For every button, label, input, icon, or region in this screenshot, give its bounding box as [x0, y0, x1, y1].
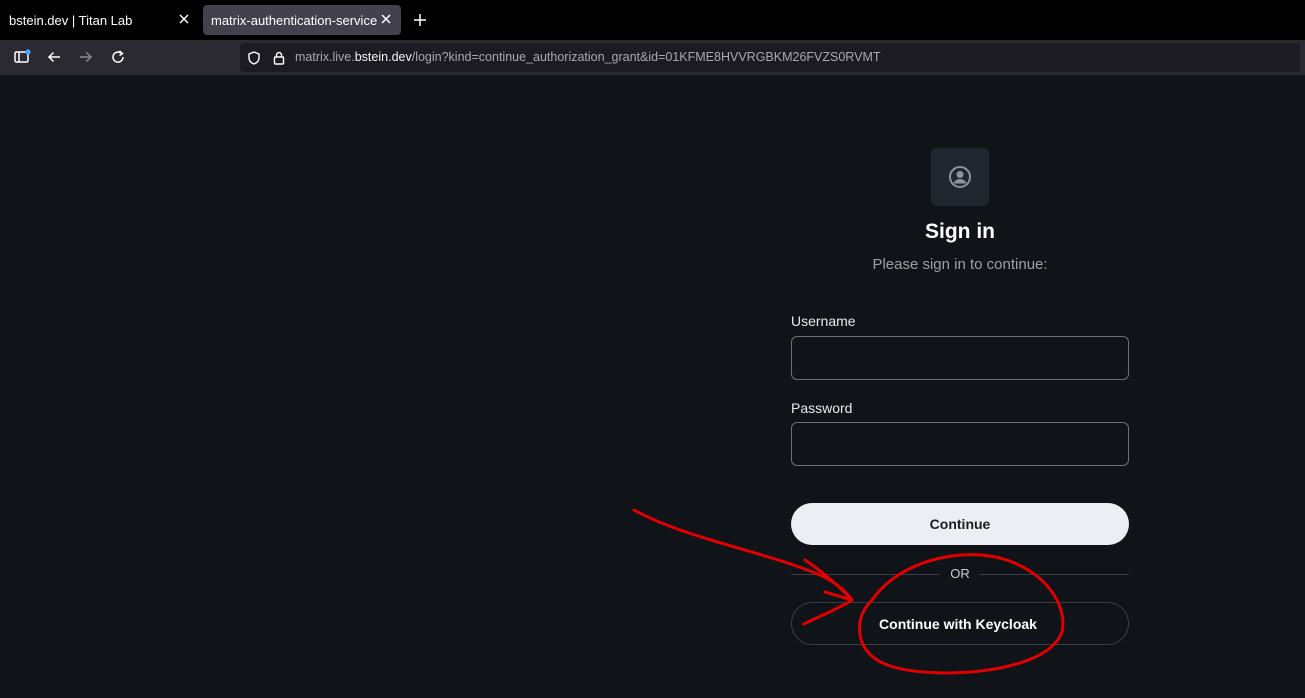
lock-icon[interactable]	[271, 50, 287, 66]
avatar	[931, 148, 989, 206]
password-input[interactable]	[791, 422, 1129, 466]
tab-bstein-dev[interactable]: bstein.dev | Titan Lab	[1, 5, 199, 35]
url-host: bstein.dev	[354, 50, 412, 64]
username-label: Username	[791, 313, 856, 329]
address-bar[interactable]: matrix.live.bstein.dev/login?kind=contin…	[240, 43, 1300, 72]
page-subtitle: Please sign in to continue:	[872, 256, 1048, 273]
shield-icon[interactable]	[246, 50, 262, 66]
close-icon[interactable]	[177, 12, 191, 26]
password-label: Password	[791, 400, 853, 416]
username-input[interactable]	[791, 336, 1129, 380]
url-prefix: matrix.live.	[295, 50, 355, 64]
user-circle-icon	[949, 166, 971, 188]
or-divider: OR	[791, 564, 1129, 584]
plus-icon[interactable]	[411, 11, 429, 29]
url-path: /login?kind=continue_authorization_grant…	[411, 50, 881, 64]
navigation-bar: matrix.live.bstein.dev/login?kind=contin…	[0, 40, 1305, 75]
continue-with-keycloak-button[interactable]: Continue with Keycloak	[791, 602, 1129, 645]
tab-title: bstein.dev | Titan Lab	[9, 12, 133, 28]
sidebar-icon[interactable]	[13, 48, 31, 66]
continue-button[interactable]: Continue	[791, 503, 1129, 545]
reload-icon[interactable]	[109, 48, 127, 66]
page-content: Sign in Please sign in to continue: User…	[0, 75, 1305, 698]
close-icon[interactable]	[379, 12, 393, 26]
or-text: OR	[950, 566, 970, 581]
page-title: Sign in	[925, 220, 995, 243]
tab-strip: bstein.dev | Titan Lab matrix-authentica…	[0, 0, 1305, 40]
tab-matrix-authentication-service[interactable]: matrix-authentication-service	[203, 5, 401, 35]
forward-arrow-icon[interactable]	[77, 48, 95, 66]
tab-title: matrix-authentication-service	[211, 12, 378, 28]
back-arrow-icon[interactable]	[45, 48, 63, 66]
url-text[interactable]: matrix.live.bstein.dev/login?kind=contin…	[295, 50, 881, 64]
